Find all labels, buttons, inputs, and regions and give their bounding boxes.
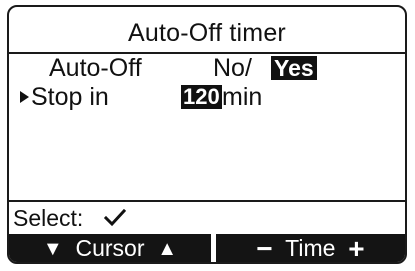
stop-in-row[interactable]: Stop in 120 min (9, 82, 405, 112)
select-label: Select: (13, 205, 84, 231)
auto-off-option-yes[interactable]: Yes (271, 56, 317, 80)
checkmark-icon (104, 209, 126, 227)
cursor-up-icon[interactable]: ▲ (157, 238, 177, 260)
footer-divider (9, 200, 405, 202)
time-minus-icon[interactable]: − (256, 233, 272, 263)
right-triangle-icon (20, 91, 29, 103)
stop-in-label: Stop in (31, 83, 109, 111)
screen-title: Auto-Off timer (128, 19, 286, 47)
auto-off-option-no[interactable]: No/ (213, 53, 252, 83)
time-softkey[interactable]: − Time + (216, 234, 405, 262)
cursor-down-icon[interactable]: ▼ (43, 238, 63, 260)
time-softkey-label: Time (285, 235, 336, 261)
auto-off-label: Auto-Off (49, 54, 142, 82)
lcd-screen: Auto-Off timer Auto-Off No/ Yes Stop in … (7, 5, 407, 264)
cursor-softkey[interactable]: ▼ Cursor ▲ (9, 234, 211, 262)
stop-in-unit: min (222, 83, 263, 111)
stop-in-value[interactable]: 120 (181, 85, 222, 109)
auto-off-row[interactable]: Auto-Off No/ Yes (9, 53, 405, 83)
cursor-softkey-label: Cursor (75, 235, 145, 261)
time-plus-icon[interactable]: + (348, 233, 364, 263)
